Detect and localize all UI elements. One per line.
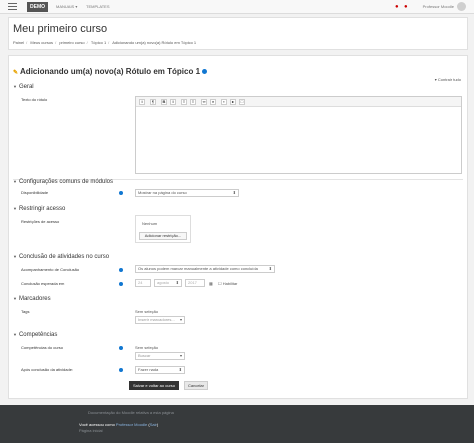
docs-link[interactable]: Documentação do Moodle relativa a esta p… [88, 410, 174, 415]
toolbar-toggle-icon[interactable]: i [139, 99, 145, 105]
tags-input[interactable]: Inserir marcadores... ▾ [135, 316, 185, 324]
breadcrumb: Painel / Meus cursos / primeiro curso / Tóp… [13, 40, 197, 45]
nav-manuais[interactable]: MANUAIS ▾ [56, 3, 77, 11]
chat-icon[interactable]: ● [404, 3, 408, 11]
user-name[interactable]: Professor Moodle [423, 2, 454, 12]
user-link[interactable]: Professor Moodle [116, 422, 147, 427]
breadcrumb-meus-cursos[interactable]: Meus cursos [30, 40, 53, 45]
home-link[interactable]: Página inicial [79, 428, 103, 433]
section-conclusao[interactable]: ▼ Conclusão de atividades no curso [13, 254, 109, 260]
label-text-editor[interactable]: i ¶ B I ≡ ≡ ∞ × ▪ ▸ □ [135, 96, 462, 174]
label-restricoes: Restrições de acesso [21, 219, 60, 224]
page-header: Meu primeiro curso Painel / Meus cursos / … [8, 17, 468, 50]
image-icon[interactable]: ▪ [221, 99, 227, 105]
avatar[interactable] [457, 2, 466, 11]
label-apos-conclusao: Após conclusão da atividade: [21, 367, 74, 372]
chevron-down-icon: ▼ [13, 84, 17, 89]
enable-date-checkbox[interactable]: ☐ Habilitar [218, 281, 237, 286]
add-restriction-button[interactable]: Adicionar restrição... [139, 232, 187, 240]
date-day-select[interactable]: 24 [135, 279, 151, 287]
logged-in-info: Você acessou como Professor Moodle (Sair… [79, 422, 159, 427]
main-form-card: ✎ Adicionando um(a) novo(a) Rótulo em Tóp… [8, 55, 468, 399]
restrictions-box: Nenhum Adicionar restrição... [135, 215, 191, 243]
section-marcadores[interactable]: ▼ Marcadores [13, 296, 51, 302]
page-footer: Documentação do Moodle relativa a esta p… [0, 405, 474, 443]
unlink-icon[interactable]: × [210, 99, 216, 105]
after-completion-select[interactable]: Fazer nada ⬍ [135, 366, 185, 374]
help-icon[interactable] [119, 368, 123, 372]
section-geral[interactable]: ▼ Geral [13, 84, 34, 90]
breadcrumb-painel[interactable]: Painel [13, 40, 24, 45]
label-competencias-curso: Competências do curso [21, 345, 64, 350]
help-icon[interactable] [202, 69, 208, 75]
site-brand[interactable]: DEMO [27, 2, 48, 12]
logout-link[interactable]: Sair [150, 422, 157, 427]
link-icon[interactable]: ∞ [201, 99, 207, 105]
label-acompanhamento: Acompanhamento de Conclusão [21, 267, 80, 272]
top-navbar: DEMO MANUAIS ▾ TEMPLATES ● ● Professor M… [0, 0, 474, 14]
chevron-down-icon: ▼ [13, 254, 17, 259]
date-year-select[interactable]: 2017 [185, 279, 205, 287]
section-competencias[interactable]: ▼ Competências [13, 332, 57, 338]
nav-templates[interactable]: TEMPLATES [86, 3, 110, 11]
save-return-button[interactable]: Salvar e voltar ao curso [129, 381, 179, 390]
chevron-down-icon: ▼ [13, 332, 17, 337]
label-disponibilidade: Disponibilidade [21, 190, 49, 195]
competencies-no-selection: Sem seleção [135, 345, 159, 350]
breadcrumb-topico[interactable]: Tópico 1 [91, 40, 106, 45]
toolbar-format-icon[interactable]: ¶ [150, 99, 156, 105]
page-title: Meu primeiro curso [13, 23, 108, 35]
help-icon[interactable] [119, 268, 123, 272]
editor-toolbar: i ¶ B I ≡ ≡ ∞ × ▪ ▸ □ [136, 97, 461, 107]
italic-icon[interactable]: I [170, 99, 176, 105]
collapse-all-link[interactable]: ▾ Contrair tudo [435, 77, 461, 82]
date-month-select[interactable]: agosto ⬍ [154, 279, 182, 287]
help-icon[interactable] [119, 191, 123, 195]
help-icon[interactable] [119, 346, 123, 350]
availability-select[interactable]: Mostrar na página do curso ⬍ [135, 189, 239, 197]
cancel-button[interactable]: Cancelar [184, 381, 208, 390]
bullet-list-icon[interactable]: ≡ [181, 99, 187, 105]
breadcrumb-curso[interactable]: primeiro curso [59, 40, 84, 45]
file-icon[interactable]: □ [239, 99, 245, 105]
section-configuracoes[interactable]: ▼ Configurações comuns de módulos [13, 179, 113, 185]
chevron-down-icon: ▼ [13, 179, 17, 184]
label-texto-rotulo: Texto do rótulo [21, 97, 48, 102]
bell-icon[interactable]: ● [395, 3, 399, 11]
media-icon[interactable]: ▸ [230, 99, 236, 105]
bold-icon[interactable]: B [161, 99, 167, 105]
breadcrumb-current: Adicionando um(a) novo(a) Rótulo em Tópi… [112, 40, 197, 45]
label-conclusao-esperada: Conclusão esperada em [21, 281, 65, 286]
help-icon[interactable] [119, 282, 123, 286]
competencies-search-input[interactable]: Buscar ▾ [135, 352, 185, 360]
calendar-icon[interactable]: ▦ [209, 281, 213, 286]
form-title: ✎ Adicionando um(a) novo(a) Rótulo em Tóp… [13, 67, 208, 76]
tags-no-selection: Sem seleção [135, 309, 159, 314]
chevron-down-icon: ▼ [13, 296, 17, 301]
label-tags: Tags [21, 309, 30, 314]
chevron-down-icon: ▼ [13, 206, 17, 211]
restrictions-none: Nenhum [142, 221, 158, 226]
numbered-list-icon[interactable]: ≡ [190, 99, 196, 105]
pencil-icon: ✎ [13, 70, 19, 76]
completion-tracking-select[interactable]: Os alunos podem marcar manualmente a ati… [135, 265, 275, 273]
section-restringir[interactable]: ▼ Restringir acesso [13, 206, 65, 212]
menu-icon[interactable] [8, 3, 17, 11]
